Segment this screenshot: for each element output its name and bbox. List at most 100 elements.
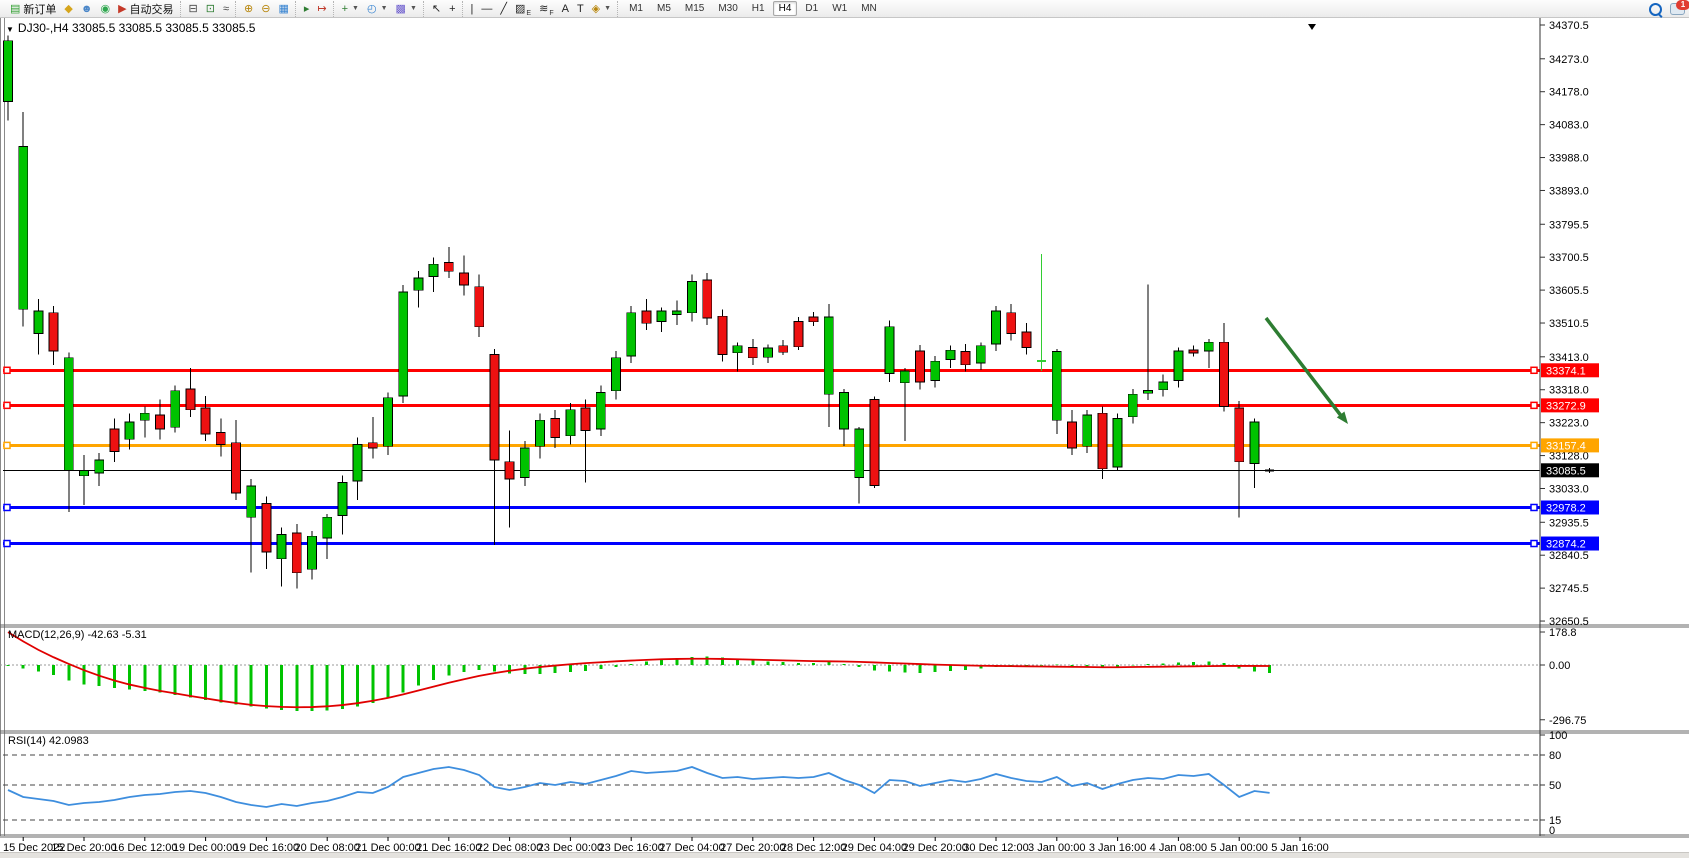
rsi-pane	[3, 755, 1540, 820]
trendline-icon: ╱	[500, 1, 507, 17]
toolbar-group-scroll: ▸↦	[295, 1, 331, 17]
svg-text:29 Dec 20:00: 29 Dec 20:00	[902, 842, 967, 852]
chevron-down-icon: ▼	[381, 5, 388, 12]
toolbar-right: 1	[1649, 0, 1685, 18]
chart-window-button[interactable]: ◆	[60, 0, 76, 18]
macd-pane	[0, 632, 1540, 711]
timeframe-w1[interactable]: W1	[826, 1, 853, 16]
line-chart-icon: ≈	[223, 1, 229, 17]
timeframe-h1[interactable]: H1	[746, 1, 771, 16]
fibonacci-button[interactable]: ≋F	[535, 0, 558, 18]
timeframe-toolbar: M1M5M15M30H1H4D1W1MN	[617, 1, 884, 17]
toolbar-group-pointer: ↖+	[423, 1, 460, 17]
svg-text:34370.5: 34370.5	[1549, 20, 1589, 32]
zoom-in-button[interactable]: ⊕	[240, 0, 257, 18]
arrows-icon: ◈	[592, 1, 600, 17]
periods-icon: ◴	[367, 1, 377, 17]
periods-button[interactable]: ◴▼	[363, 0, 392, 18]
cursor-button[interactable]: ↖	[428, 0, 445, 18]
svg-text:33413.0: 33413.0	[1549, 352, 1589, 364]
svg-text:33700.5: 33700.5	[1549, 252, 1589, 264]
new-order-icon: ▤	[10, 1, 20, 17]
candles-layer	[4, 36, 1275, 589]
chart-window-icon: ◆	[64, 1, 72, 17]
timeframe-m15[interactable]: M15	[679, 1, 710, 16]
timeframe-m5[interactable]: M5	[651, 1, 677, 16]
line-chart-button[interactable]: ≈	[219, 0, 233, 18]
candlestick-button[interactable]: ⊡	[202, 0, 219, 18]
arrows-button[interactable]: ◈▼	[588, 0, 615, 18]
vertical-line-icon: |	[471, 1, 474, 17]
svg-text:0.00: 0.00	[1549, 660, 1570, 672]
text-icon: A	[562, 1, 569, 17]
community-button[interactable]: ☻	[77, 0, 97, 18]
toolbar-group-zoom: ⊕⊖▦	[235, 1, 293, 17]
chart-canvas[interactable]: 34370.534273.034178.034083.033988.033893…	[0, 18, 1689, 852]
mt4-window: ▤新订单◆☻◉▶自动交易⊟⊡≈⊕⊖▦▸↦+▼◴▼▩▼↖+|—╱▨E≋FAT◈▼ …	[0, 0, 1689, 858]
svg-text:4 Jan 08:00: 4 Jan 08:00	[1150, 842, 1208, 852]
svg-text:33157.4: 33157.4	[1546, 440, 1586, 452]
new-order-button[interactable]: ▤新订单	[6, 0, 60, 18]
svg-text:0: 0	[1549, 825, 1555, 837]
notifications-icon[interactable]: 1	[1670, 3, 1685, 15]
chart-region: ▼DJ30-,H4 33085.5 33085.5 33085.5 33085.…	[0, 18, 1689, 852]
trendline-button[interactable]: ╱	[496, 0, 511, 18]
indicators-button[interactable]: +▼	[338, 0, 363, 18]
auto-scroll-button[interactable]: ▸	[300, 0, 314, 18]
toolbar-groups: ▤新订单◆☻◉▶自动交易⊟⊡≈⊕⊖▦▸↦+▼◴▼▩▼↖+|—╱▨E≋FAT◈▼	[2, 1, 617, 17]
collapse-triangle-icon[interactable]: ▼	[6, 25, 14, 34]
horizontal-line-icon: —	[481, 1, 492, 17]
svg-text:80: 80	[1549, 750, 1561, 762]
templates-button[interactable]: ▩▼	[392, 0, 421, 18]
text-label-icon: T	[577, 1, 584, 17]
svg-text:33893.0: 33893.0	[1549, 185, 1589, 197]
timeframe-m1[interactable]: M1	[623, 1, 649, 16]
svg-text:27 Dec 20:00: 27 Dec 20:00	[720, 842, 785, 852]
svg-text:5 Jan 16:00: 5 Jan 16:00	[1271, 842, 1329, 852]
text-button[interactable]: A	[558, 0, 573, 18]
svg-text:33988.0: 33988.0	[1549, 153, 1589, 165]
community-icon: ☻	[81, 1, 93, 17]
svg-text:21 Dec 00:00: 21 Dec 00:00	[355, 842, 420, 852]
svg-text:32874.2: 32874.2	[1546, 539, 1586, 551]
crosshair-button[interactable]: +	[445, 0, 459, 18]
text-label-button[interactable]: T	[573, 0, 588, 18]
toolbar-group-chart-type: ⊟⊡≈	[180, 1, 233, 17]
svg-text:32935.5: 32935.5	[1549, 517, 1589, 529]
channel-button[interactable]: ▨E	[511, 0, 535, 18]
signals-button[interactable]: ◉	[96, 0, 114, 18]
chevron-down-icon: ▼	[604, 5, 611, 12]
svg-text:34178.0: 34178.0	[1549, 87, 1589, 99]
timeframe-mn[interactable]: MN	[855, 1, 883, 16]
timeframe-d1[interactable]: D1	[799, 1, 824, 16]
tile-windows-icon: ▦	[278, 1, 288, 17]
zoom-out-button[interactable]: ⊖	[257, 0, 274, 18]
svg-text:30 Dec 12:00: 30 Dec 12:00	[963, 842, 1028, 852]
timeframe-m30[interactable]: M30	[712, 1, 743, 16]
icon-sub-letter: F	[549, 10, 553, 17]
auto-scroll-icon: ▸	[304, 1, 310, 17]
svg-text:33223.0: 33223.0	[1549, 418, 1589, 430]
svg-text:19 Dec 00:00: 19 Dec 00:00	[173, 842, 238, 852]
indicators-icon: +	[342, 1, 348, 17]
svg-text:33272.9: 33272.9	[1546, 400, 1586, 412]
svg-text:28 Dec 12:00: 28 Dec 12:00	[781, 842, 846, 852]
svg-text:33033.0: 33033.0	[1549, 483, 1589, 495]
window-bottom-strip	[0, 852, 1689, 858]
toolbar-group-objects: |—╱▨E≋FAT◈▼	[462, 1, 616, 17]
toolbar-group-trade: ▤新订单◆ ☻◉▶自动交易	[2, 1, 178, 17]
bar-chart-button[interactable]: ⊟	[185, 0, 202, 18]
svg-text:178.8: 178.8	[1549, 627, 1577, 639]
timeframe-h4[interactable]: H4	[773, 1, 798, 16]
horizontal-line-button[interactable]: —	[477, 0, 496, 18]
search-icon[interactable]	[1649, 3, 1662, 16]
chart-shift-button[interactable]: ↦	[313, 0, 330, 18]
svg-text:50: 50	[1549, 780, 1561, 792]
svg-text:32978.2: 32978.2	[1546, 502, 1586, 514]
autotrading-button[interactable]: ▶自动交易	[114, 0, 177, 18]
svg-text:-296.75: -296.75	[1549, 715, 1586, 727]
tile-windows-button[interactable]: ▦	[274, 0, 292, 18]
vertical-line-button[interactable]: |	[467, 0, 478, 18]
svg-text:22 Dec 08:00: 22 Dec 08:00	[477, 842, 542, 852]
chart-ohlc-title: ▼DJ30-,H4 33085.5 33085.5 33085.5 33085.…	[6, 21, 255, 35]
